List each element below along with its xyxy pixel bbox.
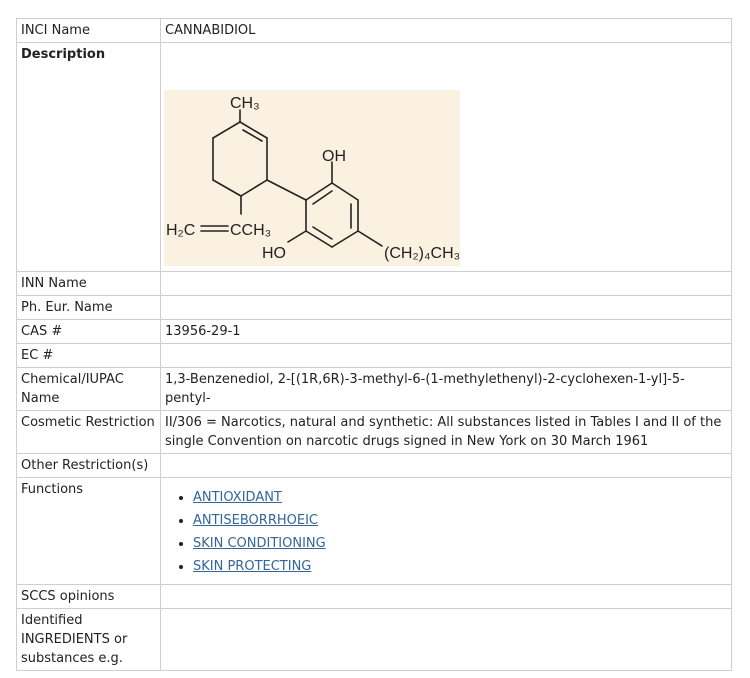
row-label: INCI Name	[16, 18, 161, 43]
description-cell: CH₃ OH H₂C CCH₃ HO (CH₂)₄CH₃	[160, 42, 732, 272]
iupac-name-value: 1,3-Benzenediol, 2-[(1R,6R)-3-methyl-6-(…	[160, 367, 732, 411]
function-link-skin-protecting[interactable]: SKIN PROTECTING	[193, 559, 311, 574]
functions-cell: ANTIOXIDANT ANTISEBORRHOEIC SKIN CONDITI…	[160, 477, 732, 585]
inci-name-value: CANNABIDIOL	[160, 18, 732, 43]
table-row: Functions ANTIOXIDANT ANTISEBORRHOEIC SK…	[16, 477, 732, 585]
list-item: SKIN CONDITIONING	[193, 532, 727, 555]
table-row: Cosmetic Restriction II/306 = Narcotics,…	[16, 410, 732, 454]
hydroxyl-label-2: HO	[262, 245, 286, 262]
table-row: INCI Name CANNABIDIOL	[16, 18, 732, 43]
table-row: Other Restriction(s)	[16, 453, 732, 478]
function-link-antiseborrhoeic[interactable]: ANTISEBORRHOEIC	[193, 513, 318, 528]
cannabidiol-structure-image: CH₃ OH H₂C CCH₃ HO (CH₂)₄CH₃	[164, 90, 460, 266]
table-row: Ph. Eur. Name	[16, 295, 732, 320]
table-row: Description CH₃ OH H₂C CCH₃ HO (CH₂)₄CH₃	[16, 42, 732, 272]
table-row: SCCS opinions	[16, 584, 732, 609]
identified-ingredients-value	[160, 608, 732, 671]
cas-number-value: 13956-29-1	[160, 319, 732, 344]
functions-list: ANTIOXIDANT ANTISEBORRHOEIC SKIN CONDITI…	[165, 486, 727, 578]
row-label: SCCS opinions	[16, 584, 161, 609]
table-row: CAS # 13956-29-1	[16, 319, 732, 344]
function-link-antioxidant[interactable]: ANTIOXIDANT	[193, 490, 282, 505]
sccs-opinions-value	[160, 584, 732, 609]
row-label: INN Name	[16, 271, 161, 296]
substance-details-table: INCI Name CANNABIDIOL Description CH₃ OH…	[16, 18, 732, 671]
methyl-label: CH₃	[230, 95, 260, 112]
list-item: ANTISEBORRHOEIC	[193, 509, 727, 532]
cosmetic-restriction-value: II/306 = Narcotics, natural and syntheti…	[160, 410, 732, 454]
row-label: Cosmetic Restriction	[16, 410, 161, 454]
row-label: Ph. Eur. Name	[16, 295, 161, 320]
ec-number-value	[160, 343, 732, 368]
vinyl-label: H₂C	[166, 222, 195, 239]
table-row: Chemical/IUPAC Name 1,3-Benzenediol, 2-[…	[16, 367, 732, 411]
table-row: INN Name	[16, 271, 732, 296]
list-item: SKIN PROTECTING	[193, 555, 727, 578]
hydroxyl-label: OH	[322, 148, 346, 165]
row-label: EC #	[16, 343, 161, 368]
other-restriction-value	[160, 453, 732, 478]
row-label: Chemical/IUPAC Name	[16, 367, 161, 411]
function-link-skin-conditioning[interactable]: SKIN CONDITIONING	[193, 536, 326, 551]
row-label: Other Restriction(s)	[16, 453, 161, 478]
row-label: CAS #	[16, 319, 161, 344]
table-row: Identified INGREDIENTS or substances e.g…	[16, 608, 732, 671]
table-row: EC #	[16, 343, 732, 368]
ph-eur-name-value	[160, 295, 732, 320]
isopropenyl-label: CCH₃	[230, 222, 271, 239]
row-label: Description	[16, 42, 161, 272]
list-item: ANTIOXIDANT	[193, 486, 727, 509]
row-label: Functions	[16, 477, 161, 585]
pentyl-label: (CH₂)₄CH₃	[384, 245, 460, 262]
inn-name-value	[160, 271, 732, 296]
row-label: Identified INGREDIENTS or substances e.g…	[16, 608, 161, 671]
